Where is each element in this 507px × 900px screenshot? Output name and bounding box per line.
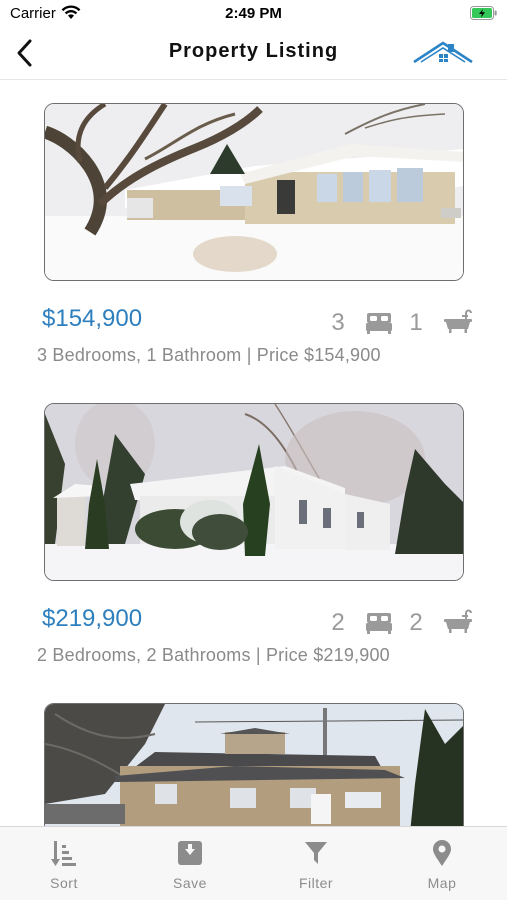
map-pin-icon — [433, 840, 451, 866]
bed-count: 2 — [331, 609, 345, 636]
tab-map[interactable]: Map — [379, 827, 505, 900]
bathtub-icon — [444, 309, 472, 333]
bath-count: 2 — [409, 609, 423, 636]
bed-icon — [366, 613, 392, 634]
tab-bar: Sort Save Filter Map — [0, 826, 507, 900]
navigation-bar: Property Listing — [0, 28, 507, 80]
tab-sort[interactable]: Sort — [1, 827, 127, 900]
listing-card[interactable]: $219,900 2 2 2 Bedrooms, 2 Bathrooms | P… — [0, 403, 507, 693]
tab-label: Filter — [298, 875, 334, 891]
property-photo[interactable] — [44, 103, 464, 281]
listing-summary: 3 Bedrooms, 1 Bathroom | Price $154,900 — [37, 345, 381, 365]
bath-count: 1 — [409, 309, 423, 336]
property-photo[interactable] — [44, 703, 464, 826]
listing-price: $219,900 — [42, 605, 143, 632]
status-bar: Carrier 2:49 PM — [0, 0, 507, 28]
save-icon — [178, 841, 202, 865]
filter-icon — [305, 842, 327, 864]
tab-filter[interactable]: Filter — [253, 827, 379, 900]
listing-summary: 2 Bedrooms, 2 Bathrooms | Price $219,900 — [37, 645, 390, 665]
property-photo[interactable] — [44, 403, 464, 581]
tab-label: Sort — [50, 875, 78, 891]
listing-card[interactable]: $154,900 3 1 3 Bedrooms, 1 Bathroom | Pr… — [0, 103, 507, 393]
listing-list[interactable]: $154,900 3 1 3 Bedrooms, 1 Bathroom | Pr… — [0, 81, 507, 826]
sort-icon — [51, 841, 76, 866]
clock: 2:49 PM — [225, 5, 282, 22]
bed-count: 3 — [331, 309, 345, 336]
house-roof-icon — [413, 41, 473, 64]
battery-charging-icon — [470, 6, 497, 20]
tab-save[interactable]: Save — [127, 827, 253, 900]
tab-label: Save — [173, 875, 207, 891]
listing-card[interactable] — [0, 703, 507, 826]
listing-price: $154,900 — [42, 305, 143, 332]
tab-label: Map — [427, 875, 457, 891]
bathtub-icon — [444, 609, 472, 633]
bed-icon — [366, 313, 392, 334]
